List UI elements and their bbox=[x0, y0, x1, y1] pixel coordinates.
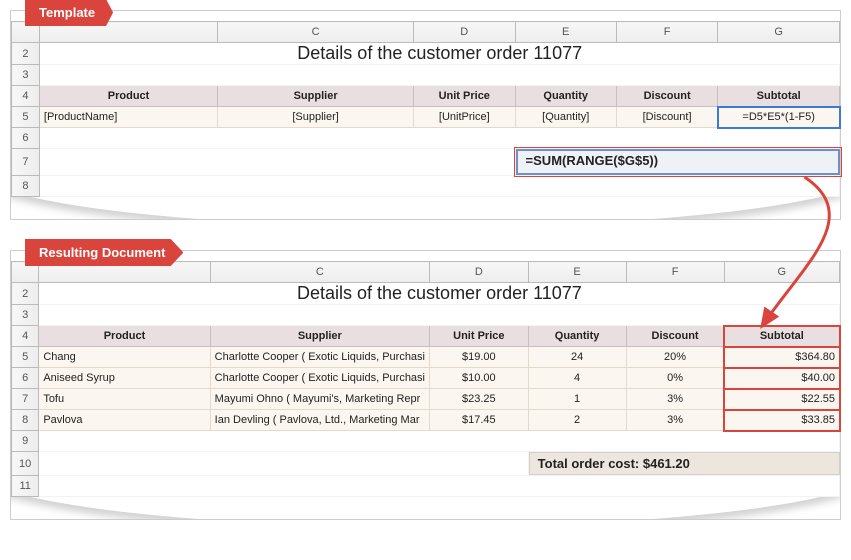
cell-discount[interactable]: 3% bbox=[626, 389, 724, 410]
cell-product[interactable]: Tofu bbox=[39, 389, 210, 410]
cell-supplier[interactable]: Ian Devling ( Pavlova, Ltd., Marketing M… bbox=[210, 410, 429, 431]
colhdr-f[interactable]: F bbox=[626, 262, 724, 283]
colhdr-e[interactable]: E bbox=[528, 262, 626, 283]
column-headers: C D E F G bbox=[12, 22, 840, 43]
rowhdr[interactable]: 5 bbox=[12, 347, 39, 368]
rowhdr[interactable]: 3 bbox=[12, 305, 39, 326]
cell-quantity[interactable]: 4 bbox=[528, 368, 626, 389]
colhdr-g[interactable]: G bbox=[718, 22, 840, 43]
rowhdr[interactable]: 8 bbox=[12, 410, 39, 431]
colhdr-d[interactable]: D bbox=[430, 262, 529, 283]
rowhdr[interactable]: 3 bbox=[12, 65, 40, 86]
cell-product[interactable]: Chang bbox=[39, 347, 210, 368]
rowhdr[interactable]: 5 bbox=[12, 107, 40, 128]
tpl-quantity[interactable]: [Quantity] bbox=[515, 107, 616, 128]
hdr-quantity[interactable]: Quantity bbox=[515, 86, 616, 107]
torn-edge bbox=[11, 497, 840, 519]
tpl-unitprice[interactable]: [UnitPrice] bbox=[413, 107, 515, 128]
title: Details of the customer order 11077 bbox=[43, 283, 835, 304]
cell-discount[interactable]: 20% bbox=[626, 347, 724, 368]
cell-unitprice[interactable]: $19.00 bbox=[430, 347, 529, 368]
hdr-supplier[interactable]: Supplier bbox=[218, 86, 414, 107]
cell-unitprice[interactable]: $17.45 bbox=[430, 410, 529, 431]
tpl-supplier[interactable]: [Supplier] bbox=[218, 107, 414, 128]
result-grid: C D E F G 2 Details of the customer orde… bbox=[11, 261, 840, 497]
rowhdr[interactable]: 9 bbox=[12, 431, 39, 452]
result-tag: Resulting Document bbox=[25, 239, 183, 266]
hdr-discount[interactable]: Discount bbox=[626, 326, 724, 347]
rowhdr[interactable]: 4 bbox=[12, 326, 39, 347]
title: Details of the customer order 11077 bbox=[44, 43, 836, 64]
cell-subtotal[interactable]: $40.00 bbox=[724, 368, 839, 389]
tpl-subtotal[interactable]: =D5*E5*(1-F5) bbox=[718, 107, 840, 128]
hdr-subtotal[interactable]: Subtotal bbox=[724, 326, 839, 347]
rowhdr[interactable]: 4 bbox=[12, 86, 40, 107]
rowhdr[interactable]: 8 bbox=[12, 176, 40, 197]
template-panel: Template C D E F G 2 Details of the cust… bbox=[10, 10, 841, 220]
hdr-subtotal[interactable]: Subtotal bbox=[718, 86, 840, 107]
rowhdr[interactable]: 6 bbox=[12, 128, 40, 149]
hdr-quantity[interactable]: Quantity bbox=[528, 326, 626, 347]
rowhdr[interactable]: 7 bbox=[12, 149, 40, 176]
rowhdr[interactable]: 11 bbox=[12, 476, 39, 497]
colhdr-d[interactable]: D bbox=[413, 22, 515, 43]
cell-unitprice[interactable]: $10.00 bbox=[430, 368, 529, 389]
cell-discount[interactable]: 3% bbox=[626, 410, 724, 431]
torn-edge bbox=[11, 197, 840, 219]
colhdr-c[interactable]: C bbox=[218, 22, 414, 43]
hdr-product[interactable]: Product bbox=[39, 326, 210, 347]
cell-supplier[interactable]: Charlotte Cooper ( Exotic Liquids, Purch… bbox=[210, 368, 429, 389]
template-tag: Template bbox=[25, 0, 113, 26]
cell-subtotal[interactable]: $364.80 bbox=[724, 347, 839, 368]
cell-quantity[interactable]: 1 bbox=[528, 389, 626, 410]
colhdr-e[interactable]: E bbox=[515, 22, 616, 43]
rowhdr[interactable]: 10 bbox=[12, 452, 39, 476]
sum-formula[interactable]: =SUM(RANGE($G$5)) bbox=[516, 149, 840, 175]
hdr-product[interactable]: Product bbox=[39, 86, 217, 107]
cell-quantity[interactable]: 24 bbox=[528, 347, 626, 368]
tpl-product[interactable]: [ProductName] bbox=[39, 107, 217, 128]
cell-subtotal[interactable]: $33.85 bbox=[724, 410, 839, 431]
hdr-supplier[interactable]: Supplier bbox=[210, 326, 429, 347]
tpl-discount[interactable]: [Discount] bbox=[616, 107, 717, 128]
cell-discount[interactable]: 0% bbox=[626, 368, 724, 389]
hdr-unitprice[interactable]: Unit Price bbox=[413, 86, 515, 107]
template-grid: C D E F G 2 Details of the customer orde… bbox=[11, 21, 840, 197]
rowhdr[interactable]: 2 bbox=[12, 283, 39, 305]
cell-product[interactable]: Aniseed Syrup bbox=[39, 368, 210, 389]
result-panel: Resulting Document C D E F G 2 Details o… bbox=[10, 250, 841, 520]
colhdr-c[interactable]: C bbox=[210, 262, 429, 283]
rowhdr[interactable]: 7 bbox=[12, 389, 39, 410]
cell-quantity[interactable]: 2 bbox=[528, 410, 626, 431]
cell-product[interactable]: Pavlova bbox=[39, 410, 210, 431]
total-label: Total order cost: $461.20 bbox=[529, 452, 840, 475]
hdr-discount[interactable]: Discount bbox=[616, 86, 717, 107]
cell-subtotal[interactable]: $22.55 bbox=[724, 389, 839, 410]
rowhdr[interactable]: 2 bbox=[12, 43, 40, 65]
colhdr-g[interactable]: G bbox=[724, 262, 839, 283]
cell-supplier[interactable]: Charlotte Cooper ( Exotic Liquids, Purch… bbox=[210, 347, 429, 368]
rowhdr[interactable]: 6 bbox=[12, 368, 39, 389]
colhdr-f[interactable]: F bbox=[616, 22, 717, 43]
cell-unitprice[interactable]: $23.25 bbox=[430, 389, 529, 410]
cell-supplier[interactable]: Mayumi Ohno ( Mayumi's, Marketing Repr bbox=[210, 389, 429, 410]
hdr-unitprice[interactable]: Unit Price bbox=[430, 326, 529, 347]
